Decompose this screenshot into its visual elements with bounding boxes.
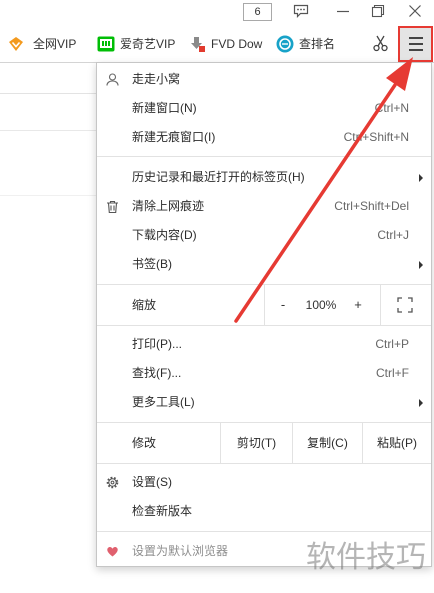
- menu-item-label: 走走小窝: [132, 72, 181, 86]
- tab-count-badge[interactable]: 6: [243, 3, 272, 21]
- bookmark-label: FVD Dow: [211, 37, 263, 51]
- gear-icon: [106, 476, 119, 489]
- menu-item-shortcut: Ctrl+N: [374, 101, 409, 115]
- restore-icon[interactable]: [371, 4, 385, 18]
- divider: [264, 285, 265, 325]
- watermark: 软件技巧: [306, 541, 426, 574]
- menu-separator: [97, 463, 431, 464]
- menu-item-label: 检查新版本: [132, 504, 193, 518]
- divider: [380, 285, 381, 325]
- menu-item-settings[interactable]: 设置(S): [97, 468, 431, 497]
- fvd-download-icon: [188, 35, 206, 53]
- menu-item-shortcut: Ctrl+F: [376, 366, 409, 380]
- menu-item-label: 下载内容(D): [132, 228, 197, 242]
- menu-item-check-update[interactable]: 检查新版本: [97, 497, 431, 526]
- menu-item-shortcut: Ctrl+Shift+N: [343, 130, 409, 144]
- divider: [0, 195, 96, 196]
- submenu-arrow-icon: [419, 261, 423, 269]
- scissors-icon[interactable]: [372, 35, 389, 52]
- menu-item-print[interactable]: 打印(P)... Ctrl+P: [97, 330, 431, 359]
- browser-window: 6 全网VIP 爱奇艺VIP FVD Dow 查排名 走走小窝 新建窗口(N) …: [0, 0, 434, 593]
- trash-icon: [106, 200, 119, 213]
- menu-item-label: 设置(S): [132, 475, 172, 489]
- bookmark-label: 爱奇艺VIP: [120, 37, 176, 51]
- menu-item-shortcut: Ctrl+J: [377, 228, 409, 242]
- zoom-level: 100%: [305, 298, 337, 312]
- copy-button[interactable]: 复制(C): [293, 423, 362, 463]
- menu-item-new-incognito-window[interactable]: 新建无痕窗口(I) Ctrl+Shift+N: [97, 123, 431, 152]
- chat-icon[interactable]: [293, 4, 309, 18]
- main-menu-dropdown: 走走小窝 新建窗口(N) Ctrl+N 新建无痕窗口(I) Ctrl+Shift…: [96, 62, 432, 567]
- bookmark-label: 查排名: [299, 37, 336, 51]
- paste-button[interactable]: 粘贴(P): [363, 423, 431, 463]
- title-bar: 6: [0, 0, 434, 26]
- hamburger-menu-icon: [409, 37, 423, 51]
- submenu-arrow-icon: [419, 399, 423, 407]
- menu-separator: [97, 156, 431, 157]
- menu-item-label: 更多工具(L): [132, 395, 195, 409]
- bookmark-item-iqiyi-vip[interactable]: 爱奇艺VIP: [97, 26, 180, 62]
- menu-item-label: 新建窗口(N): [132, 101, 197, 115]
- menu-item-find[interactable]: 查找(F)... Ctrl+F: [97, 359, 431, 388]
- menu-item-shortcut: Ctrl+Shift+Del: [334, 199, 409, 213]
- menu-row-edit: 修改 剪切(T) 复制(C) 粘贴(P): [97, 423, 431, 463]
- menu-item-bookmarks[interactable]: 书签(B): [97, 250, 431, 279]
- main-menu-button[interactable]: [400, 28, 432, 60]
- menu-separator: [97, 325, 431, 326]
- menu-item-profile[interactable]: 走走小窝: [97, 65, 431, 94]
- menu-row-zoom: 缩放 - 100% +: [97, 285, 431, 325]
- menu-separator: [97, 531, 431, 532]
- bookmark-label: 全网VIP: [33, 37, 77, 51]
- minimize-icon[interactable]: [336, 4, 350, 18]
- menu-item-label: 历史记录和最近打开的标签页(H): [132, 170, 305, 184]
- menu-item-label: 清除上网痕迹: [132, 199, 205, 213]
- menu-item-label: 书签(B): [132, 257, 172, 271]
- bookmark-item-fvd-download[interactable]: FVD Dow: [188, 26, 268, 62]
- bookmark-bar: 全网VIP 爱奇艺VIP FVD Dow 查排名: [0, 26, 434, 63]
- vip-diamond-icon: [8, 36, 26, 54]
- menu-item-new-window[interactable]: 新建窗口(N) Ctrl+N: [97, 94, 431, 123]
- submenu-arrow-icon: [419, 174, 423, 182]
- menu-item-label: 查找(F)...: [132, 366, 182, 380]
- iqiyi-icon: [97, 35, 115, 53]
- divider: [0, 93, 96, 94]
- zoom-out-button[interactable]: -: [273, 285, 293, 325]
- menu-item-label: 打印(P)...: [132, 337, 182, 351]
- close-icon[interactable]: [408, 4, 422, 18]
- zoom-in-button[interactable]: +: [348, 285, 368, 325]
- user-icon: [106, 73, 119, 86]
- bookmark-item-rank-search[interactable]: 查排名: [276, 26, 338, 62]
- heart-icon: [106, 545, 119, 558]
- menu-item-shortcut: Ctrl+P: [375, 337, 409, 351]
- zoom-label: 缩放: [132, 298, 157, 312]
- menu-item-downloads[interactable]: 下载内容(D) Ctrl+J: [97, 221, 431, 250]
- menu-item-label: 设置为默认浏览器: [132, 544, 229, 558]
- menu-item-more-tools[interactable]: 更多工具(L): [97, 388, 431, 417]
- divider: [0, 130, 96, 131]
- fullscreen-icon[interactable]: [397, 297, 413, 313]
- bookmark-item-quanwang-vip[interactable]: 全网VIP: [8, 26, 78, 62]
- edit-label: 修改: [132, 436, 157, 450]
- cut-button[interactable]: 剪切(T): [221, 423, 292, 463]
- menu-item-history[interactable]: 历史记录和最近打开的标签页(H): [97, 163, 431, 192]
- rank-search-icon: [276, 35, 294, 53]
- menu-item-clear-browsing-data[interactable]: 清除上网痕迹 Ctrl+Shift+Del: [97, 192, 431, 221]
- menu-item-label: 新建无痕窗口(I): [132, 130, 216, 144]
